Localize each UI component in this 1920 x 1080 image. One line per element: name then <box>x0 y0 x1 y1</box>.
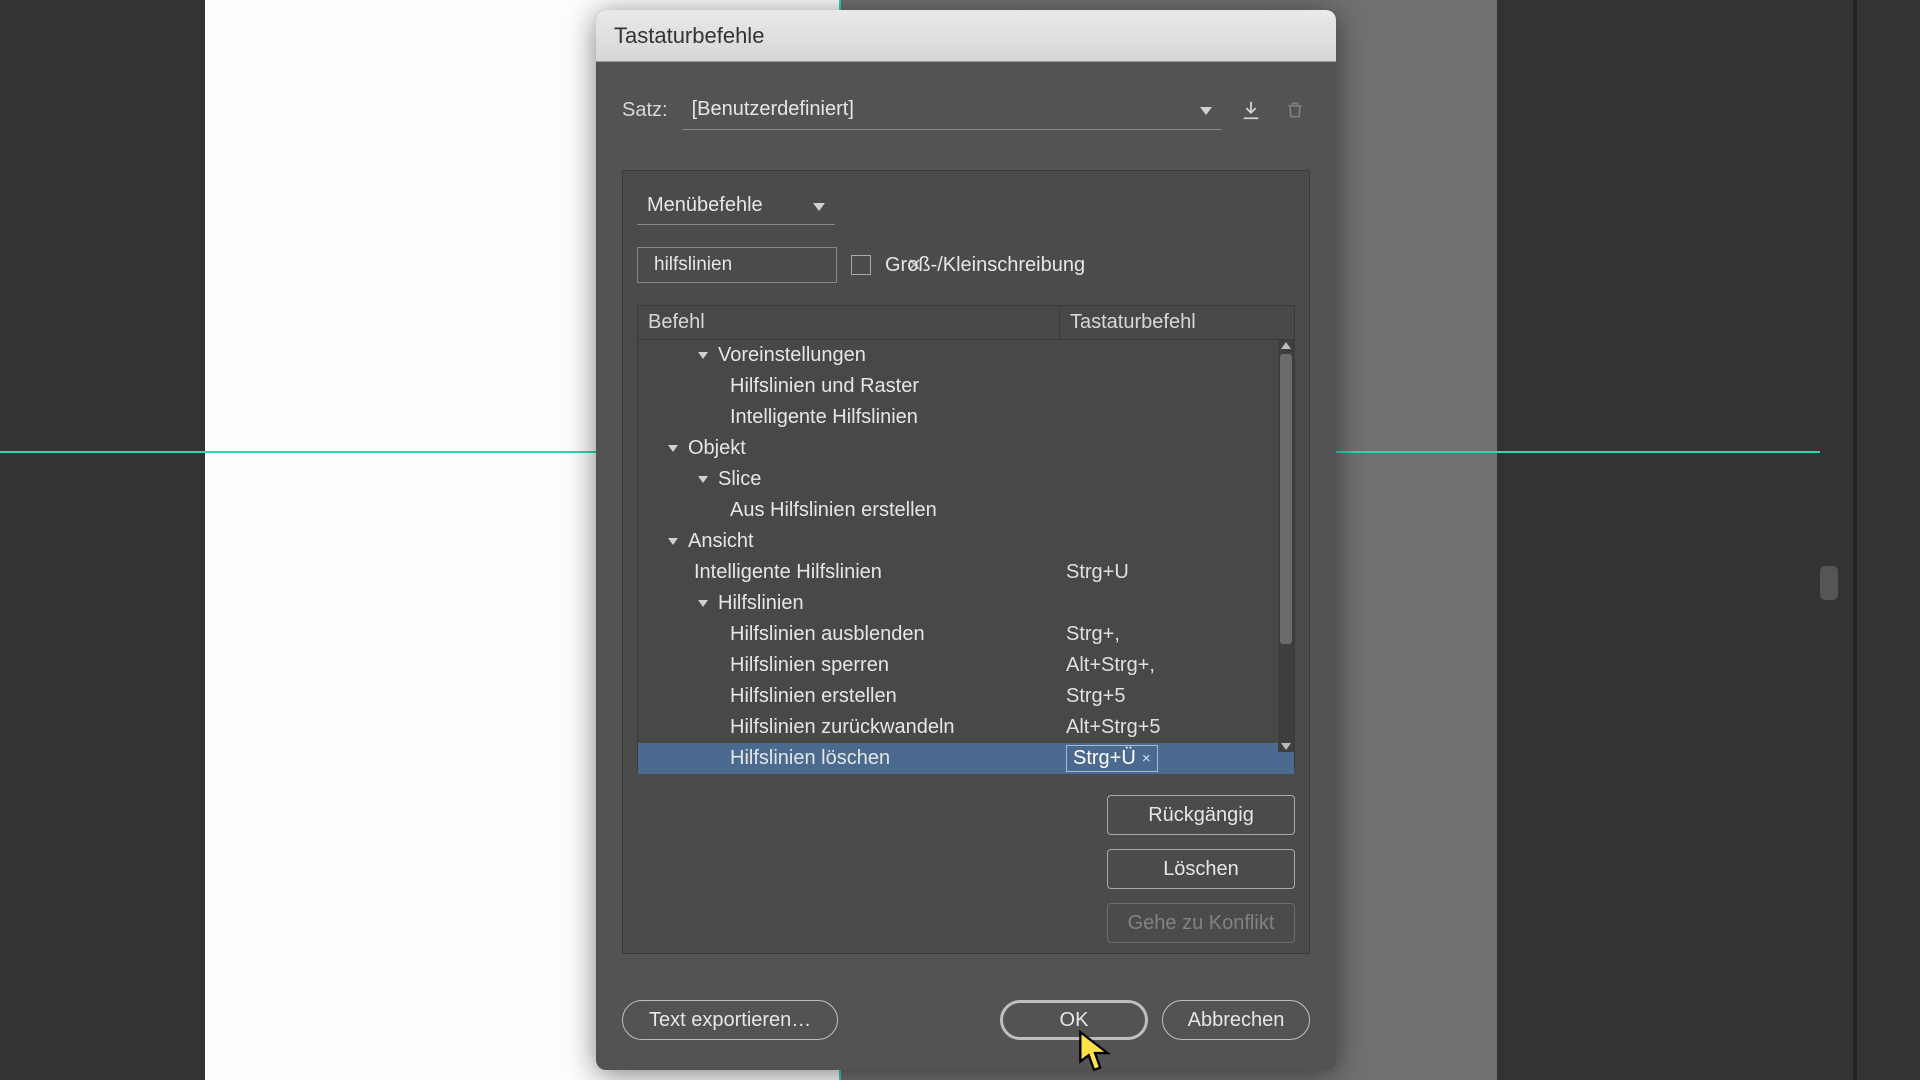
tree-item-row[interactable]: Hilfslinien erstellen Strg+5 <box>638 681 1294 712</box>
scroll-down-arrow-icon[interactable] <box>1281 743 1291 750</box>
tree-item-row[interactable]: Hilfslinien sperren Alt+Strg+, <box>638 650 1294 681</box>
chevron-down-icon <box>1200 98 1212 121</box>
tree-group-row[interactable]: Objekt <box>638 433 1294 464</box>
row-label: Hilfslinien sperren <box>730 654 889 677</box>
row-shortcut: Strg+5 <box>1060 685 1276 708</box>
dialog-titlebar[interactable]: Tastaturbefehle <box>596 10 1336 62</box>
row-shortcut: Strg+, <box>1060 623 1276 646</box>
save-set-icon[interactable] <box>1236 95 1266 125</box>
case-label: Groß-/Kleinschreibung <box>885 254 1085 277</box>
commands-table: Befehl Tastaturbefehl Voreinstellungen Hi… <box>637 305 1295 771</box>
panel-resize-knob[interactable] <box>1820 566 1838 600</box>
row-shortcut: Strg+U <box>1060 561 1276 584</box>
panel-seam <box>1853 0 1857 1080</box>
table-header: Befehl Tastaturbefehl <box>638 306 1294 340</box>
disclosure-triangle-icon[interactable] <box>694 600 712 607</box>
undo-button[interactable]: Rückgängig <box>1107 795 1295 835</box>
chevron-down-icon <box>813 194 825 217</box>
clear-shortcut-icon[interactable]: × <box>1142 750 1151 767</box>
cancel-button[interactable]: Abbrechen <box>1162 1000 1310 1040</box>
app-dark-column-left <box>0 0 205 1080</box>
goto-conflict-button: Gehe zu Konflikt <box>1107 903 1295 943</box>
scroll-up-arrow-icon[interactable] <box>1281 342 1291 349</box>
vertical-scrollbar[interactable] <box>1278 340 1294 752</box>
row-label: Objekt <box>688 437 746 460</box>
set-select[interactable]: [Benutzerdefiniert] <box>682 90 1222 130</box>
row-label: Hilfslinien und Raster <box>730 375 919 398</box>
tree-item-row[interactable]: Hilfslinien ausblenden Strg+, <box>638 619 1294 650</box>
row-label: Hilfslinien löschen <box>730 747 890 770</box>
keyboard-shortcuts-dialog: Tastaturbefehle Satz: [Benutzerdefiniert… <box>596 10 1336 1070</box>
export-text-button[interactable]: Text exportieren… <box>622 1000 838 1040</box>
tree-item-row[interactable]: Hilfslinien und Raster <box>638 371 1294 402</box>
row-label: Hilfslinien erstellen <box>730 685 897 708</box>
row-label: Intelligente Hilfslinien <box>730 406 918 429</box>
delete-set-icon <box>1280 95 1310 125</box>
row-shortcut: Alt+Strg+, <box>1060 654 1276 677</box>
row-shortcut[interactable]: Strg+Ü× <box>1060 745 1276 772</box>
tree-item-row[interactable]: Aus Hilfslinien erstellen <box>638 495 1294 526</box>
tree-group-row[interactable]: Slice <box>638 464 1294 495</box>
scroll-thumb[interactable] <box>1280 354 1292 644</box>
dialog-title: Tastaturbefehle <box>614 23 764 49</box>
tree-item-row[interactable]: Intelligente Hilfslinien <box>638 402 1294 433</box>
set-select-value: [Benutzerdefiniert] <box>692 98 854 121</box>
tree-group-row[interactable]: Hilfslinien <box>638 588 1294 619</box>
row-label: Hilfslinien zurückwandeln <box>730 716 955 739</box>
row-shortcut: Alt+Strg+5 <box>1060 716 1276 739</box>
set-label: Satz: <box>622 99 668 122</box>
row-label: Hilfslinien ausblenden <box>730 623 925 646</box>
row-label: Intelligente Hilfslinien <box>694 561 882 584</box>
search-input-wrapper: ✕ <box>637 247 837 283</box>
tree-group-row[interactable]: Voreinstellungen <box>638 340 1294 371</box>
row-label: Slice <box>718 468 761 491</box>
scope-select[interactable]: Menübefehle <box>637 187 835 225</box>
row-label: Ansicht <box>688 530 754 553</box>
tree-item-row[interactable]: Hilfslinien zurückwandeln Alt+Strg+5 <box>638 712 1294 743</box>
tree-item-row[interactable]: Intelligente Hilfslinien Strg+U <box>638 557 1294 588</box>
shortcut-edit-field[interactable]: Strg+Ü× <box>1066 745 1158 772</box>
disclosure-triangle-icon[interactable] <box>664 538 682 545</box>
disclosure-triangle-icon[interactable] <box>694 352 712 359</box>
table-body: Voreinstellungen Hilfslinien und Raster In… <box>638 340 1294 752</box>
tree-item-row[interactable]: Hilfslinien löschen Strg+Ü× <box>638 743 1294 774</box>
commands-panel: Menübefehle ✕ Groß-/Kleinschreibung Befe… <box>622 170 1310 954</box>
scope-select-value: Menübefehle <box>647 194 763 217</box>
col-command[interactable]: Befehl <box>638 306 1060 339</box>
disclosure-triangle-icon[interactable] <box>694 476 712 483</box>
row-label: Aus Hilfslinien erstellen <box>730 499 937 522</box>
case-checkbox[interactable] <box>851 255 871 275</box>
disclosure-triangle-icon[interactable] <box>664 445 682 452</box>
tree-group-row[interactable]: Ansicht <box>638 526 1294 557</box>
delete-button[interactable]: Löschen <box>1107 849 1295 889</box>
row-label: Voreinstellungen <box>718 344 866 367</box>
col-shortcut[interactable]: Tastaturbefehl <box>1060 306 1294 339</box>
ok-button[interactable]: OK <box>1000 1000 1148 1040</box>
row-label: Hilfslinien <box>718 592 804 615</box>
